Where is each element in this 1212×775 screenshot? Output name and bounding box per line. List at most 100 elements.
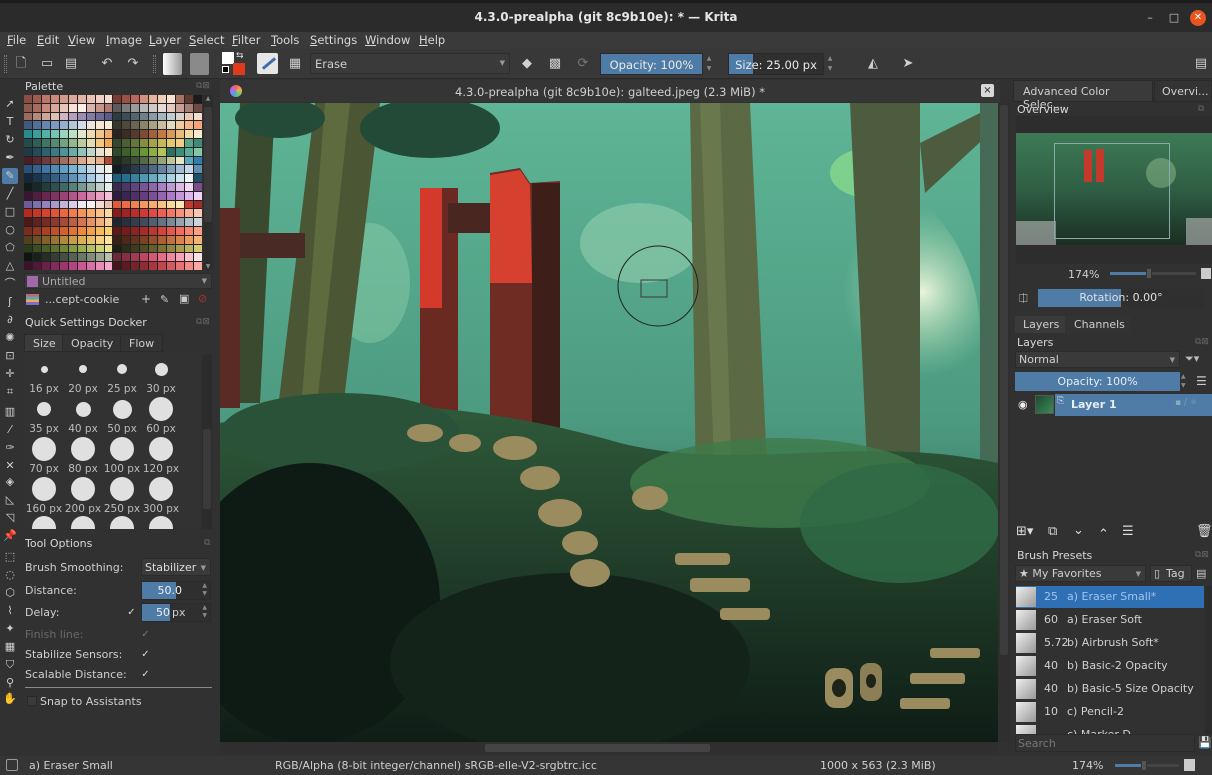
document-title[interactable]: 4.3.0-prealpha (git 8c9b10e): galteed.jp… bbox=[220, 85, 1000, 99]
palette-swatch[interactable] bbox=[86, 183, 95, 191]
palette-swatch[interactable] bbox=[104, 200, 113, 209]
size-grid-scrollbar[interactable] bbox=[202, 355, 212, 529]
toolbar-grip[interactable] bbox=[153, 55, 156, 73]
palette-swatch[interactable] bbox=[86, 209, 95, 218]
open-document-icon[interactable]: ▭ bbox=[38, 55, 56, 73]
pan-tool-icon[interactable]: ✋ bbox=[2, 691, 18, 707]
palette-swatch[interactable] bbox=[194, 103, 202, 112]
palette-swatch[interactable] bbox=[86, 112, 95, 121]
palette-swatch[interactable] bbox=[50, 103, 59, 112]
palette-swatch[interactable] bbox=[194, 165, 202, 174]
palette-swatch[interactable] bbox=[24, 235, 32, 244]
palette-swatch[interactable] bbox=[24, 156, 32, 165]
tab-overview[interactable]: Overvi... bbox=[1154, 80, 1212, 102]
add-swatch-button[interactable]: + bbox=[141, 292, 151, 306]
palette-swatch[interactable] bbox=[86, 95, 95, 103]
overview-zoom-slider[interactable] bbox=[1110, 268, 1196, 279]
palette-swatch[interactable] bbox=[149, 183, 158, 191]
palette-swatch[interactable] bbox=[194, 130, 202, 138]
palette-swatch[interactable] bbox=[167, 112, 176, 121]
palette-swatch[interactable] bbox=[77, 262, 86, 270]
palette-swatch[interactable] bbox=[41, 200, 50, 209]
palette-swatch[interactable] bbox=[167, 130, 176, 138]
palette-swatch[interactable] bbox=[149, 130, 158, 138]
palette-swatch[interactable] bbox=[95, 235, 104, 244]
palette-swatch[interactable] bbox=[140, 95, 149, 103]
palette-swatch[interactable] bbox=[185, 103, 194, 112]
measure-tool-icon[interactable]: ◺ bbox=[2, 492, 18, 508]
palette-swatch[interactable] bbox=[158, 156, 167, 165]
distance-slider[interactable]: 50.0 ▲ ▼ bbox=[141, 581, 211, 600]
palette-swatch[interactable] bbox=[140, 244, 149, 253]
palette-swatch[interactable] bbox=[41, 191, 50, 200]
palette-swatch[interactable] bbox=[86, 139, 95, 147]
delay-checkbox[interactable]: ✓ bbox=[126, 607, 137, 618]
palette-swatch[interactable] bbox=[149, 244, 158, 253]
viewport-rect[interactable] bbox=[1054, 143, 1170, 239]
palette-swatch[interactable] bbox=[149, 218, 158, 226]
palette-swatch[interactable] bbox=[59, 174, 68, 182]
palette-swatch[interactable] bbox=[113, 121, 122, 130]
palette-swatch[interactable] bbox=[194, 95, 202, 103]
palette-swatch[interactable] bbox=[131, 253, 140, 262]
palette-swatch[interactable] bbox=[50, 200, 59, 209]
calligraphy-tool-icon[interactable]: ✒ bbox=[2, 150, 18, 166]
palette-swatch[interactable] bbox=[32, 235, 41, 244]
palette-swatch[interactable] bbox=[24, 130, 32, 138]
palette-swatch[interactable] bbox=[149, 112, 158, 121]
palette-swatch[interactable] bbox=[185, 235, 194, 244]
palette-swatch[interactable] bbox=[113, 253, 122, 262]
palette-swatch[interactable] bbox=[24, 147, 32, 156]
outline-selection-tool-icon[interactable]: ⌇ bbox=[2, 603, 18, 619]
palette-swatch[interactable] bbox=[50, 253, 59, 262]
palette-swatch[interactable] bbox=[131, 191, 140, 200]
presets-scrollbar[interactable] bbox=[1205, 586, 1212, 734]
new-document-icon[interactable]: 🗋 bbox=[12, 55, 30, 73]
select-shapes-tool-icon[interactable]: ➚ bbox=[2, 96, 18, 112]
menu-tools[interactable]: Tools bbox=[271, 33, 299, 47]
brush-size-option[interactable]: 300 px bbox=[141, 477, 181, 515]
palette-swatch[interactable] bbox=[131, 235, 140, 244]
palette-swatch[interactable] bbox=[24, 112, 32, 121]
spin-arrows-icon[interactable]: ▲ ▼ bbox=[1181, 372, 1186, 390]
palette-swatch[interactable] bbox=[158, 235, 167, 244]
palette-swatch[interactable] bbox=[158, 200, 167, 209]
brush-size-option[interactable]: 80 px bbox=[63, 437, 103, 475]
palette-swatch[interactable] bbox=[59, 244, 68, 253]
dock-float-close-buttons[interactable]: ⧉⊠ bbox=[196, 317, 210, 327]
fill-tool-icon[interactable]: ◈ bbox=[2, 474, 18, 490]
palette-swatch[interactable] bbox=[131, 218, 140, 226]
palette-swatch[interactable] bbox=[41, 183, 50, 191]
palette-swatch[interactable] bbox=[149, 209, 158, 218]
transform-tool-icon[interactable]: ⊡ bbox=[2, 348, 18, 364]
palette-swatch[interactable] bbox=[176, 244, 185, 253]
palette-swatch[interactable] bbox=[50, 156, 59, 165]
dock-float-button[interactable]: ⧉ bbox=[204, 538, 210, 548]
brush-size-option[interactable]: 100 px bbox=[102, 437, 142, 475]
palette-swatch[interactable] bbox=[185, 253, 194, 262]
palette-swatch[interactable] bbox=[95, 209, 104, 218]
palette-swatch[interactable] bbox=[194, 200, 202, 209]
palette-swatch[interactable] bbox=[59, 191, 68, 200]
palette-swatch[interactable] bbox=[104, 209, 113, 218]
menu-filter[interactable]: Filter bbox=[232, 33, 260, 47]
palette-scrollbar[interactable]: ▲ ▼ bbox=[203, 95, 213, 270]
palette-swatch[interactable] bbox=[50, 95, 59, 103]
palette-swatch[interactable] bbox=[176, 262, 185, 270]
palette-swatch[interactable] bbox=[194, 147, 202, 156]
palette-swatch[interactable] bbox=[149, 103, 158, 112]
palette-swatch[interactable] bbox=[158, 130, 167, 138]
palette-swatch[interactable] bbox=[194, 218, 202, 226]
palette-swatch[interactable] bbox=[95, 253, 104, 262]
palette-swatch[interactable] bbox=[50, 112, 59, 121]
polygon-selection-tool-icon[interactable]: ⬡ bbox=[2, 585, 18, 601]
palette-swatch[interactable] bbox=[32, 103, 41, 112]
palette-swatch[interactable] bbox=[104, 130, 113, 138]
maximize-button[interactable]: □ bbox=[1166, 10, 1182, 26]
mirror-view-icon[interactable]: ⎅ bbox=[1019, 292, 1028, 306]
palette-swatch[interactable] bbox=[167, 191, 176, 200]
palette-swatch[interactable] bbox=[167, 165, 176, 174]
palette-swatch[interactable] bbox=[50, 262, 59, 270]
palette-swatch[interactable] bbox=[24, 227, 32, 235]
delay-slider[interactable]: 50 px ▲ ▼ bbox=[141, 603, 211, 622]
